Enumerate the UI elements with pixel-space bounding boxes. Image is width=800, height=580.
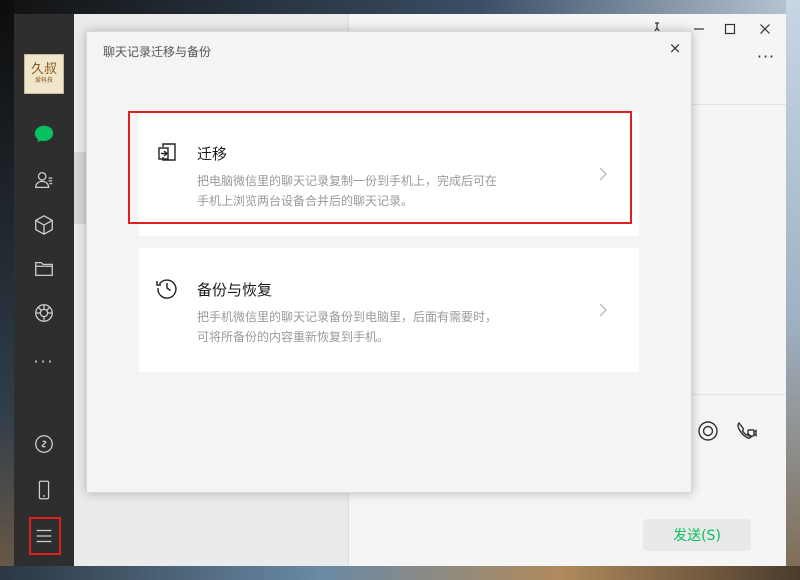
migrate-icon — [155, 140, 179, 164]
close-icon[interactable] — [752, 18, 778, 40]
link-icon[interactable] — [30, 430, 58, 458]
backup-restore-title: 备份与恢复 — [197, 281, 273, 299]
migrate-description: 把电脑微信里的聊天记录复制一份到手机上，完成后可在 手机上浏览两台设备合并后的聊… — [197, 171, 557, 211]
more-options-icon[interactable]: ··· — [754, 47, 778, 66]
wallpaper-left-strip — [0, 0, 14, 580]
backup-restore-description: 把手机微信里的聊天记录备份到电脑里，后面有需要时， 可将所备份的内容重新恢复到手… — [197, 307, 557, 347]
maximize-icon[interactable] — [717, 18, 743, 40]
chevron-right-icon — [595, 300, 611, 320]
voice-icon[interactable] — [696, 419, 720, 443]
migrate-description-line1: 把电脑微信里的聊天记录复制一份到手机上，完成后可在 — [197, 174, 498, 188]
sidebar: 久叔 爱科技 ··· — [14, 14, 74, 566]
contacts-icon[interactable] — [30, 166, 58, 194]
migrate-title: 迁移 — [197, 145, 228, 163]
dialog-close-button[interactable]: × — [665, 38, 685, 58]
more-icon[interactable]: ··· — [30, 347, 58, 375]
wallpaper-right-strip — [786, 0, 800, 580]
wallpaper-bottom-strip — [0, 566, 800, 580]
backup-restore-option-card[interactable]: 备份与恢复 把手机微信里的聊天记录备份到电脑里，后面有需要时， 可将所备份的内容… — [139, 248, 639, 372]
chat-migration-dialog: 聊天记录迁移与备份 × 迁移 把电脑微信里的聊天记录复制一份到手机上，完成后可在… — [86, 31, 692, 493]
avatar[interactable]: 久叔 爱科技 — [24, 54, 64, 94]
dialog-title: 聊天记录迁移与备份 — [103, 45, 212, 59]
box-icon[interactable] — [30, 211, 58, 239]
video-call-icon[interactable] — [734, 419, 758, 443]
backup-restore-description-line1: 把手机微信里的聊天记录备份到电脑里，后面有需要时， — [197, 310, 498, 324]
shutter-icon[interactable] — [30, 299, 58, 327]
chat-icon[interactable] — [30, 120, 58, 148]
wallpaper-top-strip — [0, 0, 800, 14]
menu-highlight-box — [29, 517, 61, 555]
history-icon — [155, 276, 179, 300]
chevron-right-icon — [595, 164, 611, 184]
phone-icon[interactable] — [30, 476, 58, 504]
backup-restore-description-line2: 可将所备份的内容重新恢复到手机。 — [197, 330, 390, 344]
send-button[interactable]: 发送(S) — [643, 519, 751, 551]
migrate-description-line2: 手机上浏览两台设备合并后的聊天记录。 — [197, 194, 414, 208]
folder-icon[interactable] — [30, 255, 58, 283]
avatar-text-sub: 爱科技 — [34, 77, 53, 84]
migrate-option-card[interactable]: 迁移 把电脑微信里的聊天记录复制一份到手机上，完成后可在 手机上浏览两台设备合并… — [139, 112, 639, 236]
avatar-text-main: 久叔 — [30, 62, 57, 77]
